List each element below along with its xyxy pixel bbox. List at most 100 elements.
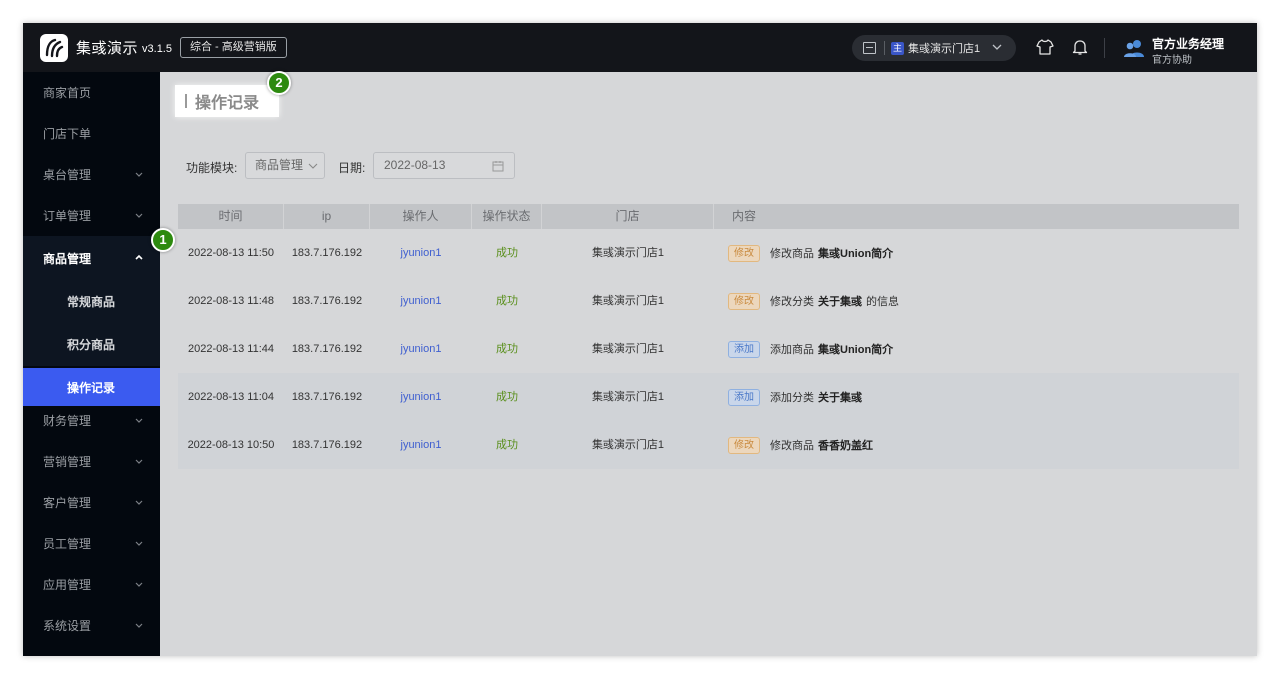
page-title: 操作记录 [195,95,260,112]
sidebar-item-settings[interactable]: 系统设置 [23,605,160,646]
cell-ip: 183.7.176.192 [291,343,363,355]
cell-content: 添加 添加分类 关于集彧 [728,373,862,421]
content-action: 修改商品 [770,440,814,452]
sidebar-item-label: 积分商品 [67,338,116,352]
sidebar-item-label: 应用管理 [43,578,92,592]
content-target: 关于集彧 [818,392,862,404]
cell-operator[interactable]: jyunion1 [370,421,472,469]
sidebar-item-label: 员工管理 [43,537,92,551]
version-label: v3.1.5 [142,43,172,55]
bell-icon[interactable] [1071,38,1089,56]
column-header-store: 门店 [542,204,714,229]
calendar-icon [492,161,504,172]
sidebar-subitem-points-products[interactable]: 积分商品 [23,323,160,366]
date-picker-value: 2022-08-13 [384,158,446,172]
cell-time: 2022-08-13 11:04 [187,391,275,403]
sidebar-item-label: 常规商品 [67,295,116,309]
chevron-down-icon [308,163,318,169]
sidebar-item-label: 财务管理 [43,414,92,428]
store-name: 集彧演示门店1 [908,43,981,55]
modify-tag: 修改 [728,292,760,310]
sidebar-item-orders[interactable]: 订单管理 [23,195,160,236]
sidebar-item-tables[interactable]: 桌台管理 [23,154,160,195]
sidebar-subitem-regular-products[interactable]: 常规商品 [23,280,160,323]
cell-store: 集彧演示门店1 [591,391,665,403]
content-target: 关于集彧 [818,296,862,308]
main-content: 操作记录 功能模块: 商品管理 日期: 2022-08-13 时间 ip 操作人… [160,72,1257,656]
sidebar-item-label: 系统设置 [43,619,92,633]
sidebar-item-label: 订单管理 [43,209,92,223]
cell-status: 成功 [496,295,518,307]
sidebar-item-finance[interactable]: 财务管理 [23,400,160,441]
cell-content: 修改 修改分类 关于集彧 的信息 [728,277,899,325]
column-header-status: 操作状态 [472,204,542,229]
content-action: 添加分类 [770,392,814,404]
chevron-down-icon [135,623,143,628]
cell-time: 2022-08-13 11:50 [187,247,275,259]
sidebar-item-label: 客户管理 [43,496,92,510]
cell-ip: 183.7.176.192 [291,439,363,451]
brand-name: 集彧演示 [76,40,139,57]
chevron-down-icon [135,172,143,177]
cell-operator[interactable]: jyunion1 [370,373,472,421]
step-1-badge: 1 [151,228,175,252]
sidebar-item-customers[interactable]: 客户管理 [23,482,160,523]
title-bar [185,94,187,108]
content-target: 集彧Union简介 [818,344,894,356]
chevron-down-icon [135,500,143,505]
content-action: 添加商品 [770,344,814,356]
cell-content: 修改 修改商品 集彧Union简介 [728,229,893,277]
app-window: 集彧演示 v3.1.5 综合 - 高级营销版 主 集彧演示门店1 官方业务经理 … [23,23,1257,656]
sidebar-item-label: 商家首页 [43,86,92,100]
module-select[interactable]: 商品管理 [245,152,325,179]
cell-content: 修改 修改商品 香香奶盖红 [728,421,873,469]
store-switcher[interactable]: 主 集彧演示门店1 [852,35,1016,61]
column-header-operator: 操作人 [370,204,472,229]
cell-ip: 183.7.176.192 [291,391,363,403]
top-bar: 集彧演示 v3.1.5 综合 - 高级营销版 主 集彧演示门店1 官方业务经理 … [23,23,1257,72]
cell-time: 2022-08-13 11:44 [187,343,275,355]
sidebar-item-marketing[interactable]: 营销管理 [23,441,160,482]
sidebar-item-apps[interactable]: 应用管理 [23,564,160,605]
cell-time: 2022-08-13 10:50 [187,439,275,451]
user-role: 官方协助 [1152,55,1192,66]
shirt-icon[interactable] [1036,38,1054,56]
cell-status: 成功 [496,439,518,451]
sidebar-item-label: 操作记录 [67,380,116,395]
column-header-content: 内容 [731,209,756,223]
cell-status: 成功 [496,343,518,355]
edition-badge[interactable]: 综合 - 高级营销版 [179,37,287,58]
cell-store: 集彧演示门店1 [591,247,665,259]
cell-operator[interactable]: jyunion1 [370,325,472,373]
sidebar-item-store-order[interactable]: 门店下单 [23,113,160,154]
module-select-value: 商品管理 [255,158,304,172]
sidebar-item-staff[interactable]: 员工管理 [23,523,160,564]
date-picker[interactable]: 2022-08-13 [373,152,515,179]
chevron-down-icon [992,44,1002,50]
modify-tag: 修改 [728,436,760,454]
step-2-badge: 2 [267,71,291,95]
cell-ip: 183.7.176.192 [291,295,363,307]
module-filter-label: 功能模块: [186,161,238,175]
table-header: 时间 ip 操作人 操作状态 门店 内容 [178,204,1239,229]
sidebar-item-products[interactable]: 商品管理 [23,236,160,280]
cell-store: 集彧演示门店1 [591,295,665,307]
main-store-badge: 主 [891,41,904,55]
cell-store: 集彧演示门店1 [591,439,665,451]
content-target: 集彧Union简介 [818,248,894,260]
add-tag: 添加 [728,388,760,406]
add-tag: 添加 [728,340,760,358]
user-name[interactable]: 官方业务经理 [1152,35,1224,52]
cell-operator[interactable]: jyunion1 [370,229,472,277]
date-filter-label: 日期: [338,161,366,175]
sidebar-item-home[interactable]: 商家首页 [23,72,160,113]
chevron-up-icon [135,254,143,260]
modify-tag: 修改 [728,244,760,262]
content-action: 修改分类 [770,296,814,308]
user-avatar-icon[interactable] [1123,38,1145,58]
table-row: 2022-08-13 11:50 183.7.176.192 jyunion1 … [178,229,1239,277]
column-header-time: 时间 [178,204,284,229]
brand-logo-icon[interactable] [40,33,68,62]
cell-operator[interactable]: jyunion1 [370,277,472,325]
sidebar-item-label: 商品管理 [43,251,92,266]
